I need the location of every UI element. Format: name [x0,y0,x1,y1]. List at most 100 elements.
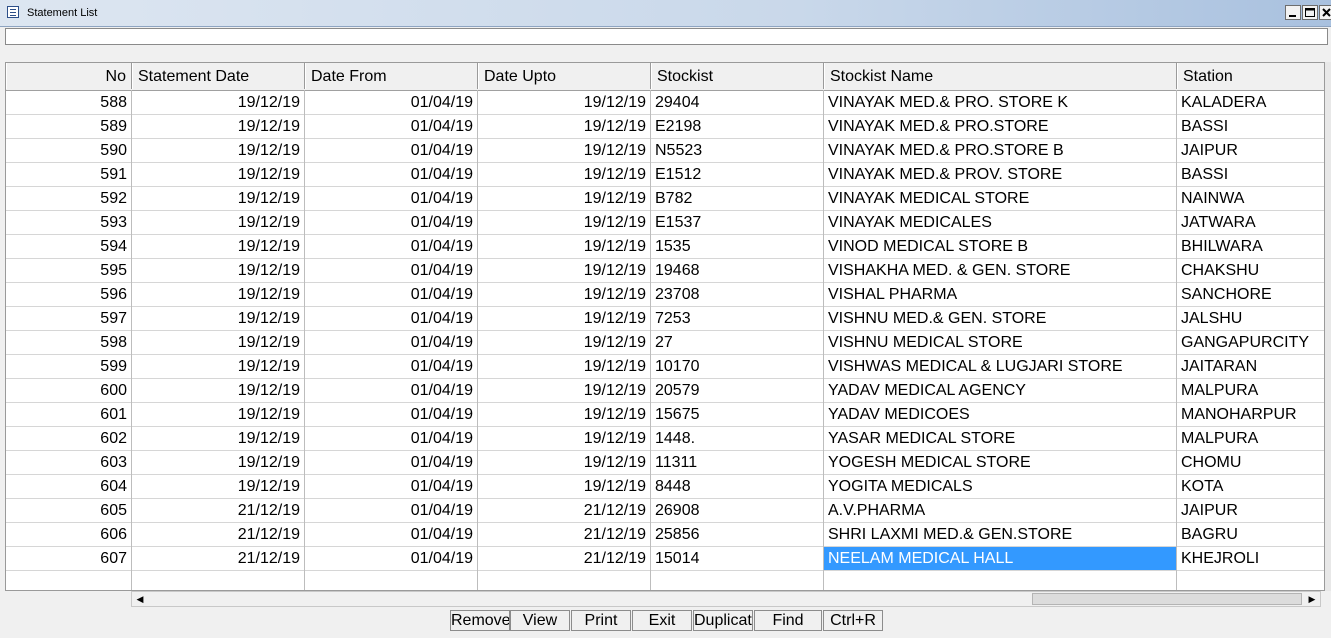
table-row[interactable]: 592 19/12/19 01/04/19 19/12/19 B782 VINAYAK M… [6,187,1324,211]
cell-no[interactable]: 589 [6,115,132,139]
table-row[interactable]: 602 19/12/19 01/04/19 19/12/19 1448. YASAR ME… [6,427,1324,451]
print-button[interactable]: Print [571,610,631,631]
column-header-stockist-name[interactable]: Stockist Name [824,63,1177,89]
cell-date-from[interactable]: 01/04/19 [305,451,478,475]
cell-date-upto[interactable]: 19/12/19 [478,379,651,403]
cell-stockist-name[interactable]: VISHNU MEDICAL STORE [824,331,1177,355]
cell-stockist[interactable]: 26908 [651,499,824,523]
cell-statement-date[interactable]: 21/12/19 [132,499,305,523]
cell-date-from[interactable]: 01/04/19 [305,499,478,523]
cell-stockist-name[interactable]: A.V.PHARMA [824,499,1177,523]
maximize-icon[interactable] [1302,5,1318,20]
table-row[interactable]: 590 19/12/19 01/04/19 19/12/19 N5523 VINAYAK … [6,139,1324,163]
window-menu-icon[interactable] [7,6,19,18]
cell-date-upto[interactable]: 19/12/19 [478,115,651,139]
cell-date-from[interactable]: 01/04/19 [305,331,478,355]
cell-station[interactable]: MALPURA [1177,379,1324,403]
cell-station[interactable]: BAGRU [1177,523,1324,547]
table-row[interactable]: 589 19/12/19 01/04/19 19/12/19 E2198 VINAYAK … [6,115,1324,139]
cell-statement-date[interactable]: 19/12/19 [132,307,305,331]
cell-no[interactable]: 601 [6,403,132,427]
cell-date-from[interactable]: 01/04/19 [305,139,478,163]
cell-date-upto[interactable]: 19/12/19 [478,163,651,187]
cell-date-upto[interactable]: 19/12/19 [478,211,651,235]
cell-statement-date[interactable]: 19/12/19 [132,91,305,115]
duplicate-button[interactable]: Duplicate [693,610,753,631]
cell-stockist[interactable]: 1535 [651,235,824,259]
cell-date-from[interactable]: 01/04/19 [305,403,478,427]
cell-no[interactable]: 602 [6,427,132,451]
cell-no[interactable]: 590 [6,139,132,163]
cell-stockist[interactable]: 1448. [651,427,824,451]
table-row[interactable]: 591 19/12/19 01/04/19 19/12/19 E1512 VINAYAK … [6,163,1324,187]
cell-no[interactable]: 599 [6,355,132,379]
cell-station[interactable]: CHOMU [1177,451,1324,475]
column-header-statement-date[interactable]: Statement Date [132,63,305,89]
filter-bar[interactable] [5,28,1328,45]
remove-button[interactable]: Remove [450,610,510,631]
cell-stockist[interactable]: 15675 [651,403,824,427]
cell-stockist[interactable]: 11311 [651,451,824,475]
cell-date-upto[interactable]: 21/12/19 [478,523,651,547]
cell-date-from[interactable]: 01/04/19 [305,259,478,283]
cell-stockist[interactable]: 10170 [651,355,824,379]
cell-stockist-name[interactable]: VISHNU MED.& GEN. STORE [824,307,1177,331]
cell-no[interactable]: 597 [6,307,132,331]
cell-no[interactable]: 600 [6,379,132,403]
cell-statement-date[interactable]: 19/12/19 [132,427,305,451]
cell-station[interactable]: KOTA [1177,475,1324,499]
cell-date-from[interactable]: 01/04/19 [305,547,478,571]
cell-stockist[interactable]: B782 [651,187,824,211]
cell-date-from[interactable]: 01/04/19 [305,355,478,379]
cell-stockist[interactable]: 20579 [651,379,824,403]
cell-stockist-name[interactable]: NEELAM MEDICAL HALL [824,547,1177,571]
cell-no[interactable]: 604 [6,475,132,499]
cell-date-upto[interactable]: 19/12/19 [478,259,651,283]
cell-station[interactable]: MANOHARPUR [1177,403,1324,427]
cell-date-from[interactable]: 01/04/19 [305,427,478,451]
statement-grid[interactable]: No Statement Date Date From Date Upto Stocki… [5,62,1325,591]
cell-date-upto[interactable]: 19/12/19 [478,235,651,259]
table-row[interactable]: 604 19/12/19 01/04/19 19/12/19 8448 YOGITA ME… [6,475,1324,499]
cell-stockist-name[interactable]: YADAV MEDICOES [824,403,1177,427]
cell-stockist-name[interactable]: VISHAKHA MED. & GEN. STORE [824,259,1177,283]
table-row[interactable]: 595 19/12/19 01/04/19 19/12/19 19468 VISHAKHA… [6,259,1324,283]
cell-no[interactable]: 592 [6,187,132,211]
table-row[interactable]: 597 19/12/19 01/04/19 19/12/19 7253 VISHNU ME… [6,307,1324,331]
scroll-left-icon[interactable]: ◀ [132,592,148,606]
cell-date-from[interactable]: 01/04/19 [305,307,478,331]
cell-station[interactable]: BASSI [1177,115,1324,139]
cell-stockist[interactable]: 7253 [651,307,824,331]
cell-station[interactable]: KALADERA [1177,91,1324,115]
cell-statement-date[interactable]: 21/12/19 [132,523,305,547]
column-header-date-from[interactable]: Date From [305,63,478,89]
cell-stockist[interactable]: E1512 [651,163,824,187]
find-button[interactable]: Find [754,610,822,631]
cell-stockist-name[interactable]: VISHAL PHARMA [824,283,1177,307]
table-row[interactable]: 603 19/12/19 01/04/19 19/12/19 11311 YOGESH M… [6,451,1324,475]
cell-station[interactable]: MALPURA [1177,427,1324,451]
cell-date-upto[interactable]: 19/12/19 [478,91,651,115]
table-row[interactable]: 588 19/12/19 01/04/19 19/12/19 29404 VINAYAK … [6,91,1324,115]
cell-date-from[interactable]: 01/04/19 [305,163,478,187]
column-header-no[interactable]: No [6,63,132,89]
cell-statement-date[interactable]: 19/12/19 [132,403,305,427]
cell-statement-date[interactable]: 19/12/19 [132,379,305,403]
cell-stockist-name[interactable]: VINOD MEDICAL STORE B [824,235,1177,259]
cell-date-from[interactable]: 01/04/19 [305,475,478,499]
cell-station[interactable]: BHILWARA [1177,235,1324,259]
cell-statement-date[interactable]: 19/12/19 [132,451,305,475]
close-icon[interactable] [1319,5,1331,20]
cell-statement-date[interactable]: 19/12/19 [132,187,305,211]
table-row[interactable]: 599 19/12/19 01/04/19 19/12/19 10170 VISHWAS … [6,355,1324,379]
cell-station[interactable]: JATWARA [1177,211,1324,235]
cell-stockist[interactable]: 25856 [651,523,824,547]
cell-date-from[interactable]: 01/04/19 [305,91,478,115]
cell-no[interactable]: 607 [6,547,132,571]
column-header-stockist[interactable]: Stockist [651,63,824,89]
cell-station[interactable]: NAINWA [1177,187,1324,211]
cell-no[interactable]: 593 [6,211,132,235]
vertical-scrollbar[interactable] [1325,62,1331,591]
cell-no[interactable]: 588 [6,91,132,115]
table-row[interactable]: 594 19/12/19 01/04/19 19/12/19 1535 VINOD MED… [6,235,1324,259]
